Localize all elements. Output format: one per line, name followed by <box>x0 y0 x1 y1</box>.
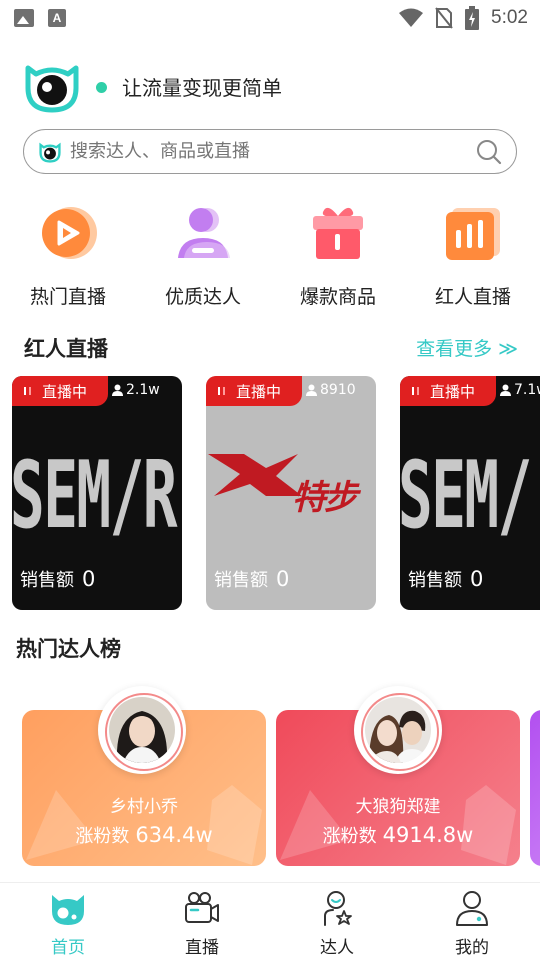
image-notification-icon <box>14 9 34 27</box>
quick-nav-hot-live[interactable]: 热门直播 <box>13 200 123 310</box>
video-camera-icon <box>185 892 219 923</box>
fans-label: 涨粉数 <box>75 826 130 847</box>
viewer-count-value: 8910 <box>320 382 356 398</box>
search-bar[interactable] <box>23 129 517 174</box>
talent-card[interactable] <box>530 710 540 866</box>
quick-nav-hot-products[interactable]: 爆款商品 <box>283 200 393 310</box>
sales-info: 销售额 0 <box>408 566 483 592</box>
slogan: 让流量变现更简单 <box>122 76 282 100</box>
quick-nav: 热门直播 优质达人 爆款商品 红人直播 <box>0 200 540 310</box>
live-card[interactable]: SEM/ 直播中 7.1w 销售额 0 <box>400 376 540 610</box>
gift-icon <box>313 207 363 259</box>
app-logo <box>25 65 79 113</box>
nav-talent[interactable]: 达人 <box>297 889 377 959</box>
talent-avatar[interactable] <box>354 686 442 774</box>
live-badge: 直播中 <box>12 376 108 406</box>
quick-nav-quality-talent[interactable]: 优质达人 <box>148 200 258 310</box>
brand-logo-text: SEM/R <box>12 442 178 550</box>
nav-home[interactable]: 首页 <box>28 889 108 959</box>
quick-nav-celebrity-live[interactable]: 红人直播 <box>418 200 528 310</box>
live-card[interactable]: SEM/R 直播中 2.1w 销售额 0 <box>12 376 182 610</box>
fans-value: 634.4w <box>135 823 213 847</box>
sales-value: 0 <box>276 567 290 591</box>
search-icon[interactable] <box>476 139 502 165</box>
nav-profile[interactable]: 我的 <box>432 889 512 959</box>
brand-logo-text: 特步 <box>292 478 358 518</box>
viewer-count: 7.1w <box>500 382 540 398</box>
avatar-image <box>365 697 431 763</box>
avatar-image <box>109 697 175 763</box>
brand-logo-text: SEM/ <box>400 442 532 550</box>
bar-chart-icon <box>446 208 500 260</box>
quick-nav-label: 热门直播 <box>29 286 106 308</box>
quick-nav-label: 红人直播 <box>434 286 511 308</box>
viewer-count: 8910 <box>306 382 356 398</box>
see-more-link[interactable]: 查看更多 ≫ <box>416 335 518 363</box>
sales-info: 销售额 0 <box>214 566 289 592</box>
talent-fans: 涨粉数 634.4w <box>22 822 266 848</box>
bottom-nav: 首页 直播 达人 我的 <box>0 882 540 960</box>
viewer-count: 2.1w <box>112 382 160 398</box>
sales-label: 销售额 <box>408 570 462 591</box>
search-logo-icon <box>39 142 61 163</box>
nav-label: 达人 <box>320 938 354 958</box>
talent-section-title: 热门达人榜 <box>16 637 121 661</box>
user-icon <box>178 208 230 258</box>
fans-value: 4914.8w <box>382 823 474 847</box>
talent-avatar[interactable] <box>98 686 186 774</box>
nav-label: 直播 <box>185 938 219 958</box>
person-icon <box>306 384 317 396</box>
home-icon <box>52 895 84 925</box>
app-notification-icon: A <box>48 9 66 27</box>
live-badge: 直播中 <box>400 376 496 406</box>
quick-nav-label: 爆款商品 <box>299 286 376 308</box>
viewer-count-value: 7.1w <box>514 382 540 398</box>
sales-info: 销售额 0 <box>20 566 95 592</box>
person-icon <box>112 384 123 396</box>
live-badge: 直播中 <box>206 376 302 406</box>
slogan-dot <box>96 82 107 93</box>
sales-label: 销售额 <box>214 570 268 591</box>
play-circle-icon <box>42 207 97 259</box>
wifi-icon <box>399 8 424 27</box>
battery-charging-icon <box>465 6 480 30</box>
nav-label: 我的 <box>455 938 489 958</box>
profile-icon <box>456 891 488 926</box>
talent-name: 大狼狗郑建 <box>355 797 441 817</box>
no-sim-icon <box>435 7 453 29</box>
talent-fans: 涨粉数 4914.8w <box>276 822 520 848</box>
live-section-title: 红人直播 <box>24 337 108 361</box>
search-input[interactable] <box>70 141 516 162</box>
status-bar: A 5:02 <box>0 0 540 36</box>
person-icon <box>500 384 511 396</box>
sales-value: 0 <box>470 567 484 591</box>
nav-label: 首页 <box>51 938 85 958</box>
talent-icon <box>324 891 352 926</box>
live-card[interactable]: 特步 直播中 8910 销售额 0 <box>206 376 376 610</box>
nav-live[interactable]: 直播 <box>162 889 242 959</box>
sales-label: 销售额 <box>20 570 74 591</box>
talent-name: 乡村小乔 <box>110 797 178 817</box>
sales-value: 0 <box>82 567 96 591</box>
fans-label: 涨粉数 <box>322 826 377 847</box>
viewer-count-value: 2.1w <box>126 382 160 398</box>
quick-nav-label: 优质达人 <box>164 286 241 308</box>
clock: 5:02 <box>491 7 528 28</box>
